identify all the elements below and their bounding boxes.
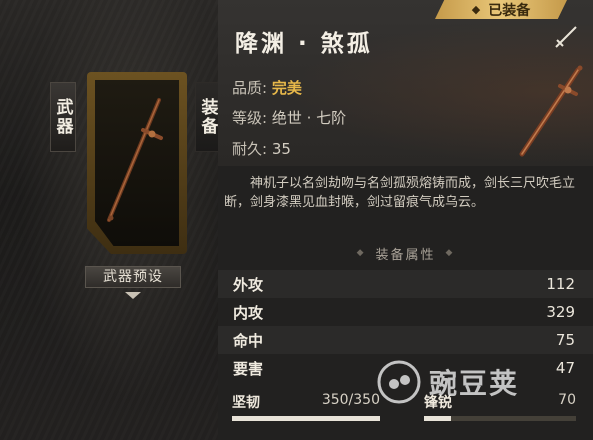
dot-icon: ◆ (356, 248, 366, 258)
level-row: 等级: 绝世 · 七阶 (232, 107, 346, 128)
toughness-fill (232, 416, 380, 421)
equipped-badge-label: 已装备 (488, 2, 531, 19)
watermark: 豌豆荚 (375, 352, 575, 412)
equipment-slots-panel: 武器 装备 武器预设 (0, 0, 221, 440)
sharpness-fill (424, 416, 452, 421)
attribute-row: 内攻 329 (218, 298, 593, 326)
attribute-name: 要害 (233, 359, 264, 378)
toughness-value: 350/350 (321, 392, 380, 408)
sword-edit-icon[interactable] (553, 24, 579, 50)
attribute-row: 外攻 112 (218, 270, 593, 298)
pea-pod-logo-icon (377, 360, 421, 404)
level-value: 绝世 · 七阶 (271, 109, 347, 127)
dot-icon: ◆ (445, 248, 455, 258)
quality-value: 完美 (271, 79, 302, 97)
weapon-tab[interactable]: 武器 (50, 82, 76, 152)
attribute-name: 内攻 (233, 303, 264, 322)
toughness-track (232, 416, 380, 421)
durability-row: 耐久: 35 (232, 138, 291, 159)
level-label: 等级: (232, 109, 268, 127)
equipped-badge: ◆ 已装备 (435, 0, 567, 19)
sharpness-track (424, 416, 576, 421)
equipment-tab-label: 装备 (197, 98, 218, 136)
toughness-bar: 坚韧 350/350 (232, 392, 380, 432)
weapon-preset-button[interactable]: 武器预设 (85, 266, 181, 288)
sword-illustration-icon (519, 65, 583, 157)
watermark-text: 豌豆荚 (429, 367, 520, 400)
durability-label: 耐久: (232, 140, 268, 158)
attribute-value: 329 (546, 303, 575, 321)
attribute-name: 外攻 (233, 275, 264, 294)
attribute-value: 75 (555, 331, 575, 349)
sword-icon (107, 98, 163, 222)
attribute-name: 命中 (233, 331, 264, 350)
attribute-row: 命中 75 (218, 326, 593, 354)
weapon-tab-label: 武器 (52, 98, 73, 136)
item-title: 降渊 · 煞孤 (235, 31, 373, 57)
attributes-heading: ◆ 装备属性 ◆ (218, 242, 593, 264)
attributes-heading-label: 装备属性 (375, 247, 436, 263)
quality-label: 品质: (232, 79, 268, 97)
quality-row: 品质: 完美 (232, 77, 302, 98)
chevron-down-icon[interactable] (125, 292, 141, 299)
diamond-icon: ◆ (471, 3, 481, 16)
durability-value: 35 (271, 140, 291, 158)
attribute-value: 112 (546, 275, 575, 293)
toughness-label: 坚韧 (232, 395, 260, 411)
item-description: 神机子以名剑劫吻与名剑孤殒熔铸而成，剑长三尺吹毛立断，剑身漆黑见血封喉，剑过留痕… (224, 176, 576, 210)
